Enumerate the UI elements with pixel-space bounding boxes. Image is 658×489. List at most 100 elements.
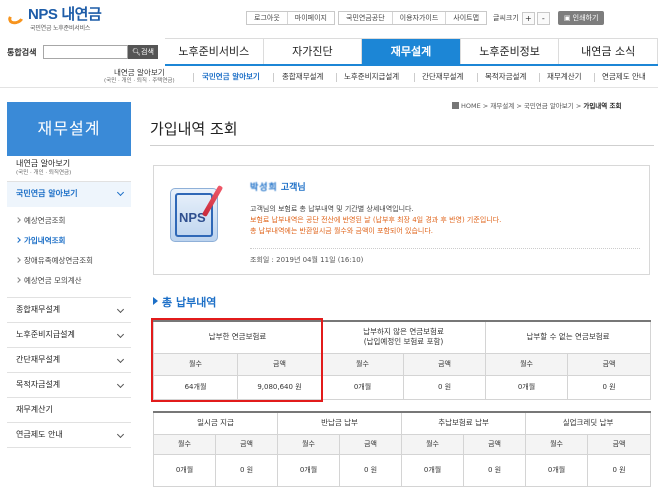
table-group-repayment: 반납금 납부 — [277, 411, 403, 435]
search-icon: 🔍︎ — [132, 48, 141, 56]
font-plus-button[interactable]: + — [521, 11, 535, 25]
additional-amount: 0 원 — [463, 453, 527, 487]
info-line-3: 총 납부내역에는 반환일시금 월수와 금액이 포함되어 있습니다. — [250, 227, 434, 235]
table-header-months: 월수 — [401, 433, 465, 455]
sidebar-item-purpose[interactable]: 목적자금설계 — [7, 373, 131, 398]
paid-highlight-box — [151, 318, 323, 402]
breadcrumb: HOME > 재무설계 > 국민연금 알아보기 > 가입내역 조회 — [452, 100, 622, 110]
breadcrumb-item[interactable]: 국민연금 알아보기 — [524, 102, 574, 110]
query-date: 조회일 : 2019년 04월 11일 (16:10) — [250, 248, 640, 265]
breadcrumb-current: 가입내역 조회 — [583, 102, 622, 110]
chevron-down-icon — [116, 305, 125, 314]
sidebar-item-my-pension[interactable]: 내연금 알아보기 (국민 · 개인 · 퇴직연금) — [7, 156, 131, 182]
top-header: NPS 내연금 국민연금 노후준비서비스 로그아웃 마이페이지 국민연금공단 이용… — [0, 0, 658, 38]
subnav-purpose[interactable]: 목적자금설계 — [485, 66, 526, 88]
tab-self-diagnosis[interactable]: 자가진단 — [263, 39, 363, 64]
table-header-months: 월수 — [153, 433, 216, 455]
chevron-right-icon — [15, 237, 21, 243]
summary-table-extra: 일시금 지급 반납금 납부 추납보험료 납부 실업크레딧 납부 월수 금액 월수… — [152, 411, 652, 487]
info-line-2: 보험료 납부내역은 공단 전산에 반영된 날 (납부후 최장 4일 경과 후 반… — [250, 216, 502, 224]
table-header-amount: 금액 — [587, 433, 652, 455]
sidebar-title: 재무설계 — [7, 102, 131, 156]
chevron-right-icon — [15, 277, 21, 283]
subnav-retirement-payment[interactable]: 노후준비지급설계 — [344, 66, 399, 88]
table-header-amount: 금액 — [214, 433, 279, 455]
sidebar-submenu: 예상연금조회 가입내역조회 장애유족예상연금조회 예상연금 모의계산 — [7, 207, 131, 298]
sidebar-item-system-guide[interactable]: 연금제도 안내 — [7, 423, 131, 448]
subnav-simple[interactable]: 간단재무설계 — [422, 66, 463, 88]
additional-months: 0개월 — [401, 453, 465, 487]
sidebar-sub-expected-pension[interactable]: 예상연금조회 — [15, 211, 131, 231]
sidebar-item-comprehensive[interactable]: 종합재무설계 — [7, 298, 131, 323]
repayment-months: 0개월 — [277, 453, 341, 487]
unemployment-months: 0개월 — [525, 453, 589, 487]
home-icon — [452, 102, 459, 109]
sidebar-sub-simulation[interactable]: 예상연금 모의계산 — [15, 271, 131, 291]
search-input[interactable] — [43, 45, 128, 59]
customer-suffix: 고객님 — [280, 183, 306, 193]
section-title: 총 납부내역 — [153, 294, 216, 310]
tab-retirement-service[interactable]: 노후준비서비스 — [165, 39, 264, 64]
logout-link[interactable]: 로그아웃 — [247, 12, 288, 24]
table-group-lump-sum: 일시금 지급 — [152, 411, 279, 435]
customer-info-box: NPS 박성희 고객님 고객님의 보험료 총 납부내역 및 기간별 상세내역입니다… — [153, 165, 650, 275]
subnav-system-guide[interactable]: 연금제도 안내 — [602, 66, 646, 88]
info-line-1: 고객님의 보험료 총 납부내역 및 기간별 상세내역입니다. — [250, 205, 414, 213]
chevron-right-icon — [15, 257, 21, 263]
chevron-down-icon — [116, 380, 125, 389]
lump-sum-months: 0개월 — [153, 453, 216, 487]
sidebar-item-simple[interactable]: 간단재무설계 — [7, 348, 131, 373]
chevron-down-icon — [116, 430, 125, 439]
print-button[interactable]: ▣ 인쇄하기 — [557, 11, 605, 25]
guide-link[interactable]: 이용자가이드 — [393, 12, 447, 24]
subnav-my-pension[interactable]: 내연금 알아보기 (국민 · 개인 · 퇴직 · 주택연금) — [104, 69, 175, 91]
logo-nps: NPS — [28, 6, 58, 23]
chevron-down-icon — [116, 330, 125, 339]
search-label: 통합검색 — [7, 48, 37, 57]
table-header-months: 월수 — [485, 352, 569, 376]
table-group-unpayable: 납부할 수 없는 연금보험료 — [485, 320, 652, 354]
mypage-link[interactable]: 마이페이지 — [288, 12, 334, 24]
table-header-months: 월수 — [525, 433, 589, 455]
sidebar-item-national-pension[interactable]: 국민연금 알아보기 — [7, 182, 131, 207]
font-size-label: 글씨크기 — [493, 14, 519, 22]
tab-news[interactable]: 내연금 소식 — [559, 39, 658, 64]
unpaid-months: 0개월 — [321, 374, 404, 400]
unpayable-amount: 0 원 — [567, 374, 652, 400]
font-minus-button[interactable]: - — [536, 11, 550, 25]
table-header-amount: 금액 — [402, 352, 487, 376]
info-description: 고객님의 보험료 총 납부내역 및 기간별 상세내역입니다. 보험료 납부내역은… — [250, 204, 501, 237]
breadcrumb-item[interactable]: 재무설계 — [490, 102, 514, 110]
table-group-additional: 추납보험료 납부 — [401, 411, 527, 435]
print-icon: ▣ — [563, 14, 573, 22]
lump-sum-amount: 0 원 — [214, 453, 279, 487]
util-links-account: 로그아웃 마이페이지 — [246, 11, 335, 25]
logo-swoosh-icon — [6, 8, 26, 27]
font-size-control: 글씨크기 + - — [493, 11, 552, 25]
subnav-calculator[interactable]: 재무계산기 — [547, 66, 582, 88]
subnav-national-pension[interactable]: 국민연금 알아보기 — [202, 66, 260, 88]
table-group-unemployment-credit: 실업크레딧 납부 — [525, 411, 652, 435]
chevron-up-icon — [116, 188, 125, 197]
tab-retirement-info[interactable]: 노후준비정보 — [460, 39, 560, 64]
chevron-right-icon — [15, 217, 21, 223]
nps-link[interactable]: 국민연금공단 — [339, 12, 393, 24]
greeting: 박성희 고객님 — [250, 180, 306, 193]
chevron-down-icon — [116, 355, 125, 364]
unpaid-amount: 0 원 — [402, 374, 487, 400]
sitemap-link[interactable]: 사이트맵 — [446, 12, 486, 24]
unemployment-amount: 0 원 — [587, 453, 652, 487]
table-row: 0개월 0 원 0개월 0 원 0개월 0 원 0개월 0 원 — [153, 453, 652, 487]
sidebar-sub-disability-survivor[interactable]: 장애유족예상연금조회 — [15, 251, 131, 271]
table-header-months: 월수 — [321, 352, 404, 376]
breadcrumb-home[interactable]: HOME — [461, 102, 481, 110]
sidebar-item-calculator[interactable]: 재무계산기 — [7, 398, 131, 423]
table-header-amount: 금액 — [463, 433, 527, 455]
customer-name: 박성희 — [250, 183, 278, 193]
subnav-comprehensive[interactable]: 종합재무설계 — [282, 66, 323, 88]
table-group-unpaid: 납부하지 않은 연금보험료 (납입예정인 보험료 포함) — [320, 320, 487, 354]
search-button[interactable]: 🔍︎검색 — [128, 45, 158, 59]
sidebar-sub-enrollment-history[interactable]: 가입내역조회 — [15, 231, 131, 251]
sidebar-item-retirement-payment[interactable]: 노후준비지급설계 — [7, 323, 131, 348]
tab-financial-planning[interactable]: 재무설계 — [362, 39, 461, 64]
